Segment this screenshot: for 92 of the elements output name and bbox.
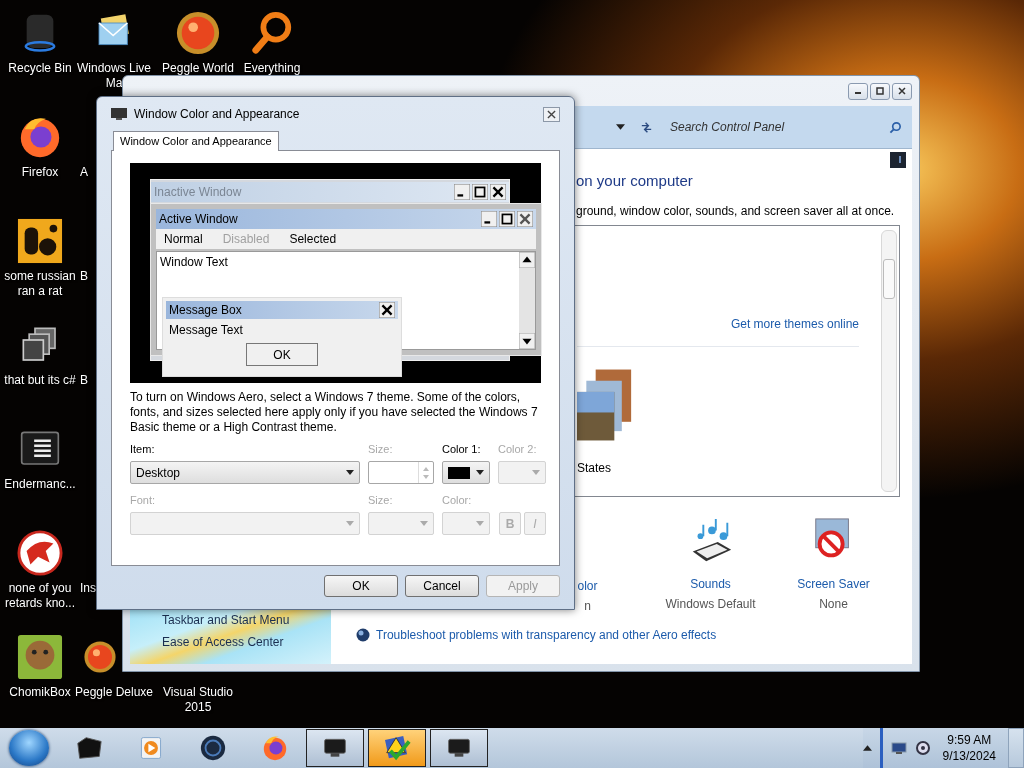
desktop-icon-label[interactable]: none of you retards kno...	[0, 581, 80, 611]
setting-value: n	[584, 599, 591, 613]
desktop-icon-label[interactable]: Visual Studio 2015	[158, 685, 238, 715]
dialog-button[interactable]: OK	[324, 575, 398, 597]
minimize-icon	[481, 211, 497, 227]
get-more-themes-link[interactable]: Get more themes online	[730, 317, 859, 331]
dropdown[interactable]: Desktop	[130, 461, 360, 484]
app-tile-icon[interactable]	[17, 218, 63, 264]
close-icon	[379, 302, 395, 318]
close-icon	[490, 184, 506, 200]
message-text: Message Text	[168, 322, 244, 337]
close-icon	[547, 109, 556, 119]
setting-link[interactable]: olor	[577, 579, 598, 593]
sidebar-link[interactable]: Ease of Access Center	[162, 635, 331, 649]
maximize-icon	[875, 86, 885, 96]
network-icon[interactable]	[890, 740, 907, 756]
box-icon	[75, 734, 103, 762]
taskbar-button[interactable]	[306, 729, 364, 767]
clock-date: 9/13/2024	[942, 748, 996, 764]
monitor-icon	[111, 108, 127, 120]
desktop-icon-label[interactable]: A	[80, 165, 88, 180]
active-window-title: Active Window	[159, 212, 238, 226]
ok-button[interactable]: OK	[246, 343, 318, 366]
inactive-window-title: Inactive Window	[154, 185, 242, 199]
dragon-icon[interactable]	[17, 530, 63, 576]
close-button[interactable]	[892, 82, 912, 100]
maximize-icon	[472, 184, 488, 200]
menu-item: Disabled	[222, 232, 270, 246]
volume-icon[interactable]	[914, 740, 931, 756]
media-player-icon	[138, 735, 164, 761]
page-description: ground, window color, sounds, and screen saver all at once.	[576, 204, 896, 218]
desktop-icon-label[interactable]: some russian ran a rat	[0, 269, 80, 299]
dropdown-caret-icon	[476, 521, 484, 526]
desktop-icon-label[interactable]: Firefox	[0, 165, 80, 180]
theme-thumbnail-icon	[890, 152, 906, 168]
maximize-icon	[499, 211, 515, 227]
close-button[interactable]	[543, 106, 560, 122]
minimize-button[interactable]	[848, 82, 868, 100]
close-icon	[517, 211, 533, 227]
desktop-icon-label[interactable]: Windows Live Ma	[74, 61, 154, 91]
desktop-icon-label[interactable]: B	[80, 373, 88, 388]
taskbar-button[interactable]	[430, 729, 488, 767]
hamster-icon[interactable]	[17, 634, 63, 680]
troubleshoot-link[interactable]: Troubleshoot problems with transparency and other Aero effects	[376, 628, 717, 642]
maximize-button[interactable]	[870, 82, 890, 100]
desktop-icon-label[interactable]: B	[80, 269, 88, 284]
dropdown-caret-icon	[420, 521, 428, 526]
desktop-icon-label[interactable]: Peggle Deluxe	[74, 685, 154, 700]
dropdown-caret-icon	[346, 521, 354, 526]
dropdown-caret-icon	[532, 470, 540, 475]
ball-icon[interactable]	[175, 10, 221, 56]
search-field[interactable]: Search Control Panel	[668, 119, 889, 135]
page-heading: on your computer	[576, 172, 694, 189]
theme-name[interactable]: States	[577, 461, 879, 475]
dropdown-caret-icon	[346, 470, 354, 475]
tab[interactable]: Window Color and Appearance	[113, 131, 279, 151]
setting-value: None	[819, 597, 848, 611]
field-label: Size:	[368, 494, 394, 507]
setting-link[interactable]: Screen Saver	[797, 577, 870, 591]
warning-check-icon	[383, 734, 411, 762]
color-picker-button[interactable]	[442, 461, 490, 484]
dropdown-caret-icon	[476, 470, 484, 475]
aero-description: To turn on Windows Aero, select a Windows 7 theme. Some of the colors, fonts, and sizes selected here apply only if you have selected the Windows 7 Basic theme or a High Contrast theme.	[130, 390, 539, 435]
clock-time: 9:59 AM	[947, 732, 992, 748]
desktop-icon-label[interactable]: that but its c#	[0, 373, 80, 388]
field-label: Color 1:	[442, 443, 482, 456]
scrollbar[interactable]	[881, 230, 897, 492]
globe-icon	[356, 628, 370, 642]
field-label: Color:	[442, 494, 473, 507]
field-label: Item:	[130, 443, 156, 456]
taskbar-button[interactable]	[368, 729, 426, 767]
globe-icon	[199, 734, 227, 762]
window-title: Window Color and Appearance	[134, 107, 301, 121]
firefox-icon	[261, 734, 289, 762]
theme-preview-picture[interactable]	[577, 367, 633, 443]
field-label: Size:	[368, 443, 394, 456]
field-label: Font:	[130, 494, 157, 507]
show-hidden-icons-icon[interactable]	[862, 745, 872, 751]
desktop-icon-label[interactable]: Ins	[80, 581, 96, 596]
minimize-icon	[454, 184, 470, 200]
dialog-button[interactable]: Cancel	[405, 575, 479, 597]
start-button[interactable]	[9, 730, 49, 766]
desktop-icon-label[interactable]: Endermanc...	[0, 477, 80, 492]
setting-link[interactable]: Sounds	[690, 577, 731, 591]
search-icon	[889, 120, 902, 134]
dropdown-caret-icon[interactable]	[616, 124, 625, 130]
field-label: Color 2:	[498, 443, 538, 456]
sidebar-link[interactable]: Taskbar and Start Menu	[162, 613, 331, 627]
message-box-title: Message Box	[169, 303, 242, 317]
setting-value: Windows Default	[665, 597, 756, 611]
close-icon	[897, 86, 907, 96]
window-text: Window Text	[159, 254, 229, 271]
